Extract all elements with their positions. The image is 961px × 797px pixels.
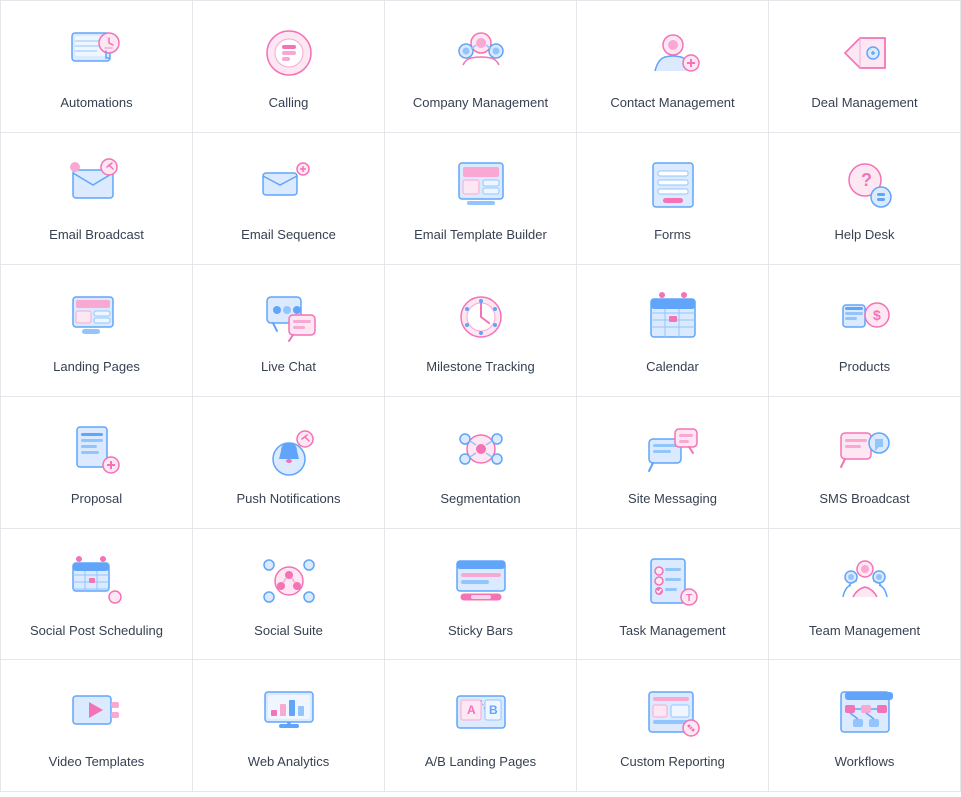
grid-item-milestone-tracking[interactable]: Milestone Tracking xyxy=(385,265,577,397)
grid-item-contact-management[interactable]: Contact Management xyxy=(577,1,769,133)
workflows-label: Workflows xyxy=(835,754,895,771)
svg-text:?: ? xyxy=(861,170,872,190)
grid-item-push-notifications[interactable]: Push Notifications xyxy=(193,397,385,529)
task-management-label: Task Management xyxy=(619,623,725,640)
products-label: Products xyxy=(839,359,890,376)
grid-item-social-suite[interactable]: Social Suite xyxy=(193,529,385,661)
grid-item-team-management[interactable]: Team Management xyxy=(769,529,961,661)
grid-item-products[interactable]: $ Products xyxy=(769,265,961,397)
sticky-bars-label: Sticky Bars xyxy=(448,623,513,640)
proposal-icon xyxy=(65,417,129,481)
sticky-bars-icon xyxy=(449,549,513,613)
ab-landing-pages-label: A/B Landing Pages xyxy=(425,754,536,771)
calling-label: Calling xyxy=(269,95,309,112)
social-suite-icon xyxy=(257,549,321,613)
sms-broadcast-label: SMS Broadcast xyxy=(819,491,909,508)
team-management-icon xyxy=(833,549,897,613)
products-grid: Automations Calling Company Management C… xyxy=(0,0,961,792)
grid-item-proposal[interactable]: Proposal xyxy=(1,397,193,529)
automations-icon xyxy=(65,21,129,85)
grid-item-company-management[interactable]: Company Management xyxy=(385,1,577,133)
contact-management-icon xyxy=(641,21,705,85)
social-post-scheduling-icon xyxy=(65,549,129,613)
grid-item-live-chat[interactable]: Live Chat xyxy=(193,265,385,397)
video-templates-label: Video Templates xyxy=(49,754,145,771)
grid-item-video-templates[interactable]: Video Templates xyxy=(1,660,193,792)
video-templates-icon xyxy=(65,680,129,744)
ab-landing-pages-icon: A B xyxy=(449,680,513,744)
grid-item-sticky-bars[interactable]: Sticky Bars xyxy=(385,529,577,661)
calendar-icon xyxy=(641,285,705,349)
social-suite-label: Social Suite xyxy=(254,623,323,640)
forms-icon xyxy=(641,153,705,217)
task-management-icon: T xyxy=(641,549,705,613)
grid-item-sms-broadcast[interactable]: SMS Broadcast xyxy=(769,397,961,529)
svg-text:B: B xyxy=(489,703,498,717)
grid-item-calendar[interactable]: Calendar xyxy=(577,265,769,397)
email-template-builder-icon xyxy=(449,153,513,217)
push-notifications-label: Push Notifications xyxy=(236,491,340,508)
help-desk-icon: ? xyxy=(833,153,897,217)
live-chat-label: Live Chat xyxy=(261,359,316,376)
segmentation-icon xyxy=(449,417,513,481)
grid-item-landing-pages[interactable]: Landing Pages xyxy=(1,265,193,397)
proposal-label: Proposal xyxy=(71,491,122,508)
grid-item-email-template-builder[interactable]: Email Template Builder xyxy=(385,133,577,265)
email-template-builder-label: Email Template Builder xyxy=(414,227,547,244)
grid-item-help-desk[interactable]: ? Help Desk xyxy=(769,133,961,265)
email-sequence-label: Email Sequence xyxy=(241,227,336,244)
grid-item-forms[interactable]: Forms xyxy=(577,133,769,265)
sms-broadcast-icon xyxy=(833,417,897,481)
help-desk-label: Help Desk xyxy=(835,227,895,244)
email-broadcast-label: Email Broadcast xyxy=(49,227,144,244)
grid-item-email-sequence[interactable]: Email Sequence xyxy=(193,133,385,265)
contact-management-label: Contact Management xyxy=(610,95,734,112)
email-sequence-icon xyxy=(257,153,321,217)
grid-item-custom-reporting[interactable]: Custom Reporting xyxy=(577,660,769,792)
grid-item-segmentation[interactable]: Segmentation xyxy=(385,397,577,529)
products-icon: $ xyxy=(833,285,897,349)
grid-item-email-broadcast[interactable]: Email Broadcast xyxy=(1,133,193,265)
social-post-scheduling-label: Social Post Scheduling xyxy=(30,623,163,640)
landing-pages-icon xyxy=(65,285,129,349)
grid-item-ab-landing-pages[interactable]: A B A/B Landing Pages xyxy=(385,660,577,792)
push-notifications-icon xyxy=(257,417,321,481)
company-management-label: Company Management xyxy=(413,95,548,112)
site-messaging-icon xyxy=(641,417,705,481)
company-management-icon xyxy=(449,21,513,85)
custom-reporting-icon xyxy=(641,680,705,744)
landing-pages-label: Landing Pages xyxy=(53,359,140,376)
grid-item-workflows[interactable]: Workflows xyxy=(769,660,961,792)
grid-item-social-post-scheduling[interactable]: Social Post Scheduling xyxy=(1,529,193,661)
grid-item-site-messaging[interactable]: Site Messaging xyxy=(577,397,769,529)
milestone-tracking-icon xyxy=(449,285,513,349)
segmentation-label: Segmentation xyxy=(440,491,520,508)
team-management-label: Team Management xyxy=(809,623,920,640)
workflows-icon xyxy=(833,680,897,744)
web-analytics-icon xyxy=(257,680,321,744)
calling-icon xyxy=(257,21,321,85)
calendar-label: Calendar xyxy=(646,359,699,376)
grid-item-task-management[interactable]: T Task Management xyxy=(577,529,769,661)
grid-item-deal-management[interactable]: Deal Management xyxy=(769,1,961,133)
site-messaging-label: Site Messaging xyxy=(628,491,717,508)
deal-management-icon xyxy=(833,21,897,85)
deal-management-label: Deal Management xyxy=(811,95,917,112)
web-analytics-label: Web Analytics xyxy=(248,754,329,771)
custom-reporting-label: Custom Reporting xyxy=(620,754,725,771)
svg-text:T: T xyxy=(686,593,692,604)
milestone-tracking-label: Milestone Tracking xyxy=(426,359,534,376)
grid-item-web-analytics[interactable]: Web Analytics xyxy=(193,660,385,792)
svg-text:$: $ xyxy=(873,307,881,323)
automations-label: Automations xyxy=(60,95,132,112)
grid-item-calling[interactable]: Calling xyxy=(193,1,385,133)
forms-label: Forms xyxy=(654,227,691,244)
email-broadcast-icon xyxy=(65,153,129,217)
live-chat-icon xyxy=(257,285,321,349)
svg-text:A: A xyxy=(467,703,476,717)
grid-item-automations[interactable]: Automations xyxy=(1,1,193,133)
